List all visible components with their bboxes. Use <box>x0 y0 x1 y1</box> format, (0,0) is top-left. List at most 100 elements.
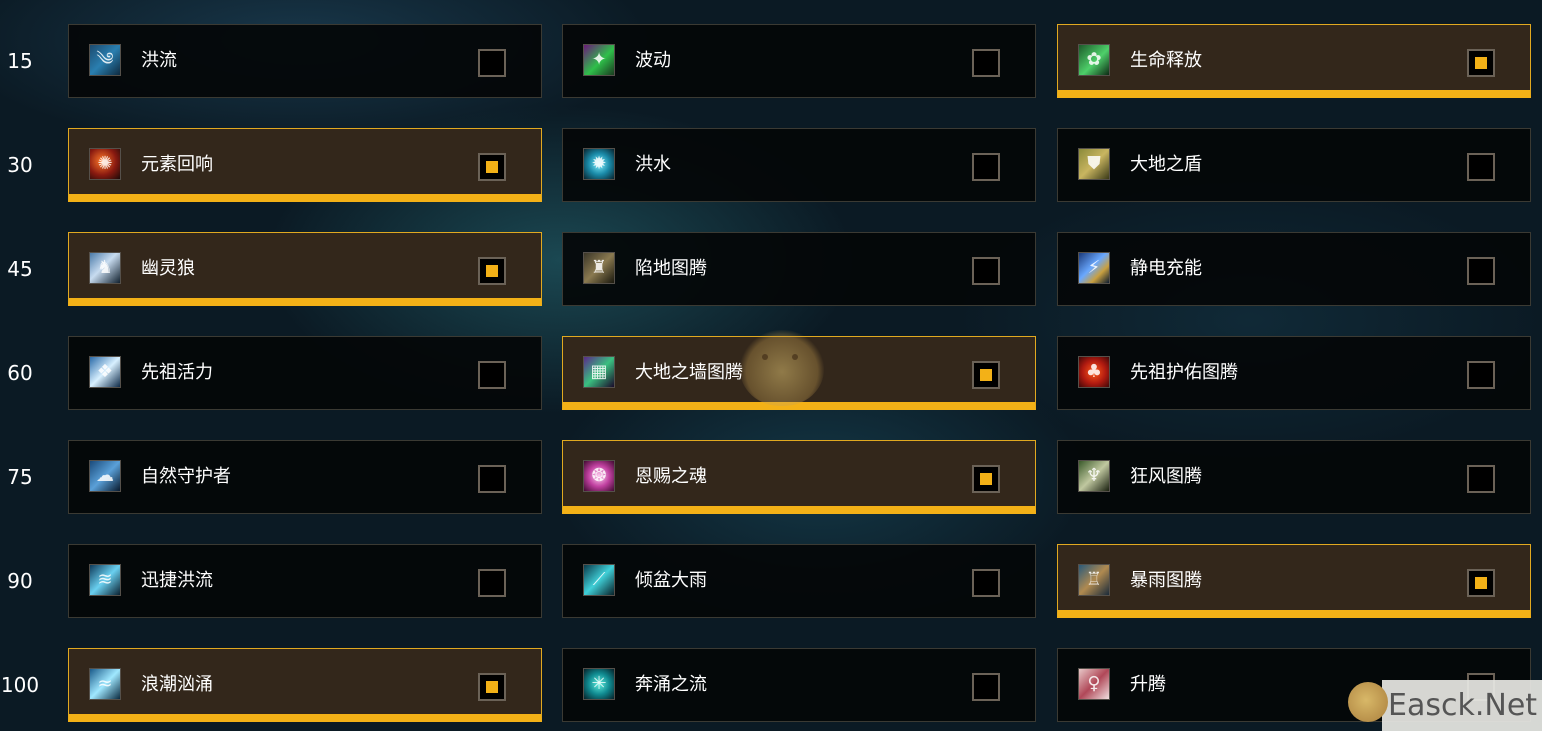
talent-checkbox[interactable] <box>478 673 506 701</box>
talent-name: 浪潮汹涌 <box>141 674 213 695</box>
checkbox-checked-mark <box>1475 577 1487 589</box>
talent-checkbox[interactable] <box>972 153 1000 181</box>
talent-card[interactable]: ༄ 洪流 <box>68 24 542 98</box>
talent-card[interactable]: ✦ 波动 <box>562 24 1036 98</box>
checkbox-checked-mark <box>980 473 992 485</box>
talent-name: 恩赐之魂 <box>635 466 707 487</box>
talent-row: 45 ♞ 幽灵狼 ♜ 陷地图腾 ⚡ 静电充能 <box>0 232 1542 306</box>
talent-card[interactable]: ✿ 生命释放 <box>1057 24 1531 98</box>
talent-card[interactable]: ⚡ 静电充能 <box>1057 232 1531 306</box>
talent-name: 洪水 <box>635 154 671 175</box>
checkbox-checked-mark <box>486 265 498 277</box>
earthen-wall-totem-icon: ▦ <box>583 356 615 388</box>
graceful-spirit-icon: ❂ <box>583 460 615 492</box>
echo-of-the-elements-icon: ✺ <box>89 148 121 180</box>
talent-card[interactable]: ♜ 陷地图腾 <box>562 232 1036 306</box>
talent-checkbox[interactable] <box>972 361 1000 389</box>
talent-name: 波动 <box>635 50 671 71</box>
static-charge-icon: ⚡ <box>1078 252 1110 284</box>
wind-rush-totem-icon: ♆ <box>1078 460 1110 492</box>
talent-row: 90 ≋ 迅捷洪流 ⟋ 倾盆大雨 ♖ 暴雨图腾 <box>0 544 1542 618</box>
level-label: 30 <box>7 153 33 177</box>
talent-checkbox[interactable] <box>1467 49 1495 77</box>
talent-name: 生命释放 <box>1130 50 1202 71</box>
level-label: 45 <box>7 257 33 281</box>
talent-checkbox[interactable] <box>478 257 506 285</box>
talent-checkbox[interactable] <box>478 569 506 597</box>
talent-card[interactable]: ♣ 先祖护佑图腾 <box>1057 336 1531 410</box>
mascot-watermark-image <box>740 330 824 406</box>
talent-checkbox[interactable] <box>478 153 506 181</box>
ascendance-icon: ♀ <box>1078 668 1110 700</box>
watermark-mascot-icon <box>1348 682 1388 722</box>
talent-name: 陷地图腾 <box>635 258 707 279</box>
talent-name: 迅捷洪流 <box>141 570 213 591</box>
talent-checkbox[interactable] <box>1467 361 1495 389</box>
talent-card[interactable]: ✹ 洪水 <box>562 128 1036 202</box>
talent-checkbox[interactable] <box>478 361 506 389</box>
talent-row: 75 ☁ 自然守护者 ❂ 恩赐之魂 ♆ 狂风图腾 <box>0 440 1542 514</box>
talent-name: 洪流 <box>141 50 177 71</box>
checkbox-checked-mark <box>486 681 498 693</box>
talent-name: 大地之墙图腾 <box>635 362 743 383</box>
level-label: 90 <box>7 569 33 593</box>
talent-card[interactable]: ⛊ 大地之盾 <box>1057 128 1531 202</box>
flash-flood-icon: ≋ <box>89 564 121 596</box>
checkbox-checked-mark <box>1475 57 1487 69</box>
talent-checkbox[interactable] <box>972 49 1000 77</box>
talent-card[interactable]: ≈ 浪潮汹涌 <box>68 648 542 722</box>
talent-card[interactable]: ❂ 恩赐之魂 <box>562 440 1036 514</box>
talent-row: 15 ༄ 洪流 ✦ 波动 ✿ 生命释放 <box>0 24 1542 98</box>
level-label: 15 <box>7 49 33 73</box>
talent-checkbox[interactable] <box>1467 153 1495 181</box>
talent-card[interactable]: ✺ 元素回响 <box>68 128 542 202</box>
talent-checkbox[interactable] <box>478 49 506 77</box>
talent-card[interactable]: ≋ 迅捷洪流 <box>68 544 542 618</box>
talent-row: 30 ✺ 元素回响 ✹ 洪水 ⛊ 大地之盾 <box>0 128 1542 202</box>
talent-card[interactable]: ♞ 幽灵狼 <box>68 232 542 306</box>
downpour-icon: ⟋ <box>583 564 615 596</box>
talent-checkbox[interactable] <box>972 257 1000 285</box>
talent-name: 自然守护者 <box>141 466 231 487</box>
level-label: 75 <box>7 465 33 489</box>
checkbox-checked-mark <box>980 369 992 381</box>
talent-name: 幽灵狼 <box>141 258 195 279</box>
talent-checkbox[interactable] <box>1467 257 1495 285</box>
ancestral-protection-totem-icon: ♣ <box>1078 356 1110 388</box>
ancestral-vigor-icon: ❖ <box>89 356 121 388</box>
talent-name: 狂风图腾 <box>1130 466 1202 487</box>
talent-name: 倾盆大雨 <box>635 570 707 591</box>
torrent-icon: ༄ <box>89 44 121 76</box>
talent-card[interactable]: ⟋ 倾盆大雨 <box>562 544 1036 618</box>
talent-checkbox[interactable] <box>478 465 506 493</box>
watermark-text: Easck.Net <box>1388 688 1538 723</box>
talent-checkbox[interactable] <box>1467 569 1495 597</box>
talent-card[interactable]: ☁ 自然守护者 <box>68 440 542 514</box>
talent-card[interactable]: ✳ 奔涌之流 <box>562 648 1036 722</box>
talent-row: 100 ≈ 浪潮汹涌 ✳ 奔涌之流 ♀ 升腾 <box>0 648 1542 722</box>
undulation-icon: ✦ <box>583 44 615 76</box>
talent-card[interactable]: ❖ 先祖活力 <box>68 336 542 410</box>
talent-checkbox[interactable] <box>972 673 1000 701</box>
talent-card[interactable]: ♖ 暴雨图腾 <box>1057 544 1531 618</box>
talent-checkbox[interactable] <box>1467 465 1495 493</box>
site-watermark: Easck.Net <box>1348 680 1542 731</box>
high-tide-icon: ≈ <box>89 668 121 700</box>
talent-name: 元素回响 <box>141 154 213 175</box>
talent-card[interactable]: ♆ 狂风图腾 <box>1057 440 1531 514</box>
checkbox-checked-mark <box>486 161 498 173</box>
talent-checkbox[interactable] <box>972 465 1000 493</box>
spirit-wolf-icon: ♞ <box>89 252 121 284</box>
earth-shield-icon: ⛊ <box>1078 148 1110 180</box>
talent-name: 先祖护佑图腾 <box>1130 362 1238 383</box>
wellspring-icon: ✳ <box>583 668 615 700</box>
talent-name: 暴雨图腾 <box>1130 570 1202 591</box>
talent-checkbox[interactable] <box>972 569 1000 597</box>
talent-name: 大地之盾 <box>1130 154 1202 175</box>
unleash-life-icon: ✿ <box>1078 44 1110 76</box>
talent-name: 升腾 <box>1130 674 1166 695</box>
deluge-icon: ✹ <box>583 148 615 180</box>
cloudburst-totem-icon: ♖ <box>1078 564 1110 596</box>
talent-name: 先祖活力 <box>141 362 213 383</box>
natures-guardian-icon: ☁ <box>89 460 121 492</box>
